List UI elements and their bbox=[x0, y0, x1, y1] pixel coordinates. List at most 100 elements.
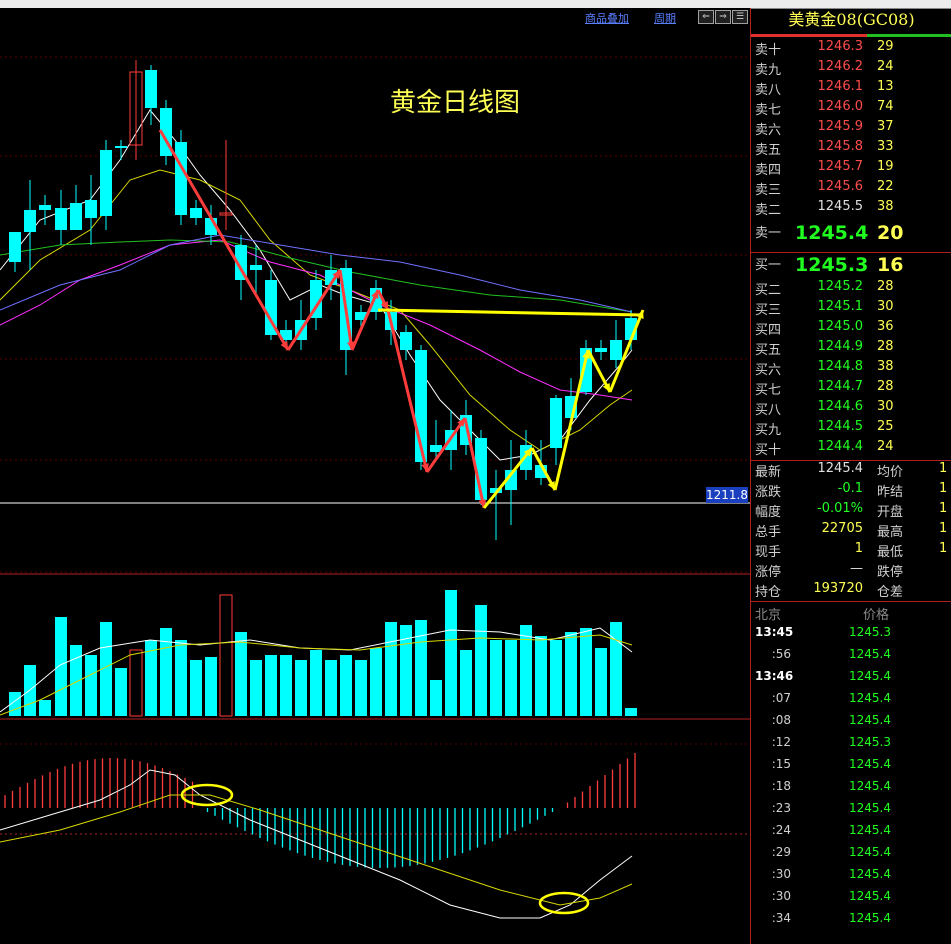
ask-row[interactable]: 卖九 1246.2 24 bbox=[751, 59, 951, 79]
tick-time: :08 bbox=[771, 713, 791, 727]
volume-bar-down bbox=[385, 622, 397, 716]
stat-label: 最低 bbox=[877, 545, 904, 560]
stat-value: 22705 bbox=[821, 521, 863, 536]
tick-time: 13:46 bbox=[755, 669, 794, 683]
volume-bar-down bbox=[115, 668, 127, 716]
ask-level-label: 卖一 bbox=[755, 226, 782, 241]
volume-bar-down bbox=[310, 650, 322, 716]
tick-price: 1245.4 bbox=[849, 801, 891, 815]
scroll-left-button[interactable]: ⇐ bbox=[698, 10, 714, 24]
candle-body-down bbox=[250, 265, 262, 270]
tick-row: 13:45 1245.3 bbox=[751, 625, 951, 647]
tick-time: :30 bbox=[771, 889, 791, 903]
candle-body-down bbox=[39, 205, 51, 210]
stat-label: 涨跌 bbox=[755, 485, 782, 500]
tick-row: :34 1245.4 bbox=[751, 911, 951, 933]
ask-level-label: 卖六 bbox=[755, 123, 782, 138]
bid-volume: 30 bbox=[877, 299, 894, 314]
trend-arrow-yellow bbox=[482, 447, 534, 509]
volume-bar-down bbox=[535, 636, 547, 716]
volume-bar-down bbox=[325, 660, 337, 716]
bid-level-label: 买二 bbox=[755, 283, 782, 298]
tick-price: 1245.4 bbox=[849, 647, 891, 661]
overlay-link[interactable]: 商品叠加 bbox=[585, 10, 629, 26]
bid-price: 1245.3 bbox=[795, 254, 869, 276]
tick-time: :29 bbox=[771, 845, 791, 859]
bid-row[interactable]: 买五 1244.9 28 bbox=[751, 339, 951, 359]
bid-row[interactable]: 买十 1244.4 24 bbox=[751, 439, 951, 459]
tick-price: 1245.3 bbox=[849, 735, 891, 749]
bid-level-label: 买八 bbox=[755, 403, 782, 418]
ask-level-label: 卖二 bbox=[755, 203, 782, 218]
ask-volume: 19 bbox=[877, 159, 894, 174]
tick-time: :30 bbox=[771, 867, 791, 881]
ask-price: 1245.9 bbox=[817, 119, 864, 134]
ask-volume: 37 bbox=[877, 119, 894, 134]
chart-title: 黄金日线图 bbox=[390, 88, 521, 118]
volume-bar-down bbox=[55, 617, 67, 716]
tick-price: 1245.4 bbox=[849, 691, 891, 705]
volume-bar-down bbox=[280, 655, 292, 716]
bid-row[interactable]: 买三 1245.1 30 bbox=[751, 299, 951, 319]
volume-bar-down bbox=[250, 660, 262, 716]
ask-price: 1246.0 bbox=[817, 99, 864, 114]
tick-price: 1245.4 bbox=[849, 779, 891, 793]
ask-row[interactable]: 卖十 1246.3 29 bbox=[751, 39, 951, 59]
stat-label: 最高 bbox=[877, 525, 904, 540]
bid-row[interactable]: 买四 1245.0 36 bbox=[751, 319, 951, 339]
ask-volume: 74 bbox=[877, 99, 894, 114]
scroll-right-button[interactable]: ⇒ bbox=[715, 10, 731, 24]
volume-bar-down bbox=[595, 648, 607, 716]
stat-value: 1 bbox=[939, 501, 948, 516]
ask-row[interactable]: 卖八 1246.1 13 bbox=[751, 79, 951, 99]
volume-bar-down bbox=[340, 655, 352, 716]
ask-row[interactable]: 卖四 1245.7 19 bbox=[751, 159, 951, 179]
bid-row[interactable]: 买八 1244.6 30 bbox=[751, 399, 951, 419]
volume-bar-down bbox=[490, 640, 502, 716]
ask-row[interactable]: 卖三 1245.6 22 bbox=[751, 179, 951, 199]
resistance-line bbox=[377, 308, 644, 317]
tick-row: :07 1245.4 bbox=[751, 691, 951, 713]
bid-row[interactable]: 买九 1244.5 25 bbox=[751, 419, 951, 439]
candle-body-down bbox=[24, 210, 36, 232]
volume-bar-down bbox=[445, 590, 457, 716]
period-link[interactable]: 周期 bbox=[654, 10, 676, 26]
bid-row[interactable]: 买七 1244.7 28 bbox=[751, 379, 951, 399]
bid-price: 1244.7 bbox=[817, 379, 864, 394]
candle-body-down bbox=[70, 203, 82, 230]
menu-button[interactable]: ☰ bbox=[732, 10, 748, 24]
ask-row[interactable]: 卖六 1245.9 37 bbox=[751, 119, 951, 139]
tick-time: 13:45 bbox=[755, 625, 794, 639]
ask-row[interactable]: 卖一 1245.4 20 bbox=[751, 222, 951, 244]
volume-bar-down bbox=[565, 632, 577, 716]
bid-level-label: 买五 bbox=[755, 343, 782, 358]
stat-value: -0.1 bbox=[837, 481, 863, 496]
ask-row[interactable]: 卖五 1245.8 33 bbox=[751, 139, 951, 159]
bid-row[interactable]: 买二 1245.2 28 bbox=[751, 279, 951, 299]
bid-row[interactable]: 买一 1245.3 16 bbox=[751, 254, 951, 276]
ask-level-label: 卖七 bbox=[755, 103, 782, 118]
tick-time: :24 bbox=[771, 823, 791, 837]
stat-label: 开盘 bbox=[877, 505, 904, 520]
ask-row[interactable]: 卖二 1245.5 38 bbox=[751, 199, 951, 219]
bid-price: 1244.8 bbox=[817, 359, 864, 374]
tick-price: 1245.4 bbox=[849, 713, 891, 727]
tick-price: 1245.4 bbox=[849, 911, 891, 925]
ask-volume: 22 bbox=[877, 179, 894, 194]
bid-price: 1245.1 bbox=[817, 299, 864, 314]
tick-price: 1245.4 bbox=[849, 867, 891, 881]
ask-row[interactable]: 卖七 1246.0 74 bbox=[751, 99, 951, 119]
crossover-circle bbox=[538, 891, 590, 915]
candle-body-down bbox=[100, 150, 112, 216]
ask-price: 1246.1 bbox=[817, 79, 864, 94]
ask-level-label: 卖九 bbox=[755, 63, 782, 78]
ticks-divider bbox=[751, 601, 951, 602]
ask-volume: 13 bbox=[877, 79, 894, 94]
bid-row[interactable]: 买六 1244.8 38 bbox=[751, 359, 951, 379]
ask-volume: 29 bbox=[877, 39, 894, 54]
tick-time: :07 bbox=[771, 691, 791, 705]
bid-volume: 25 bbox=[877, 419, 894, 434]
kline-chart[interactable] bbox=[0, 26, 750, 944]
volume-bar-down bbox=[460, 650, 472, 716]
candle-body-down bbox=[550, 398, 562, 448]
